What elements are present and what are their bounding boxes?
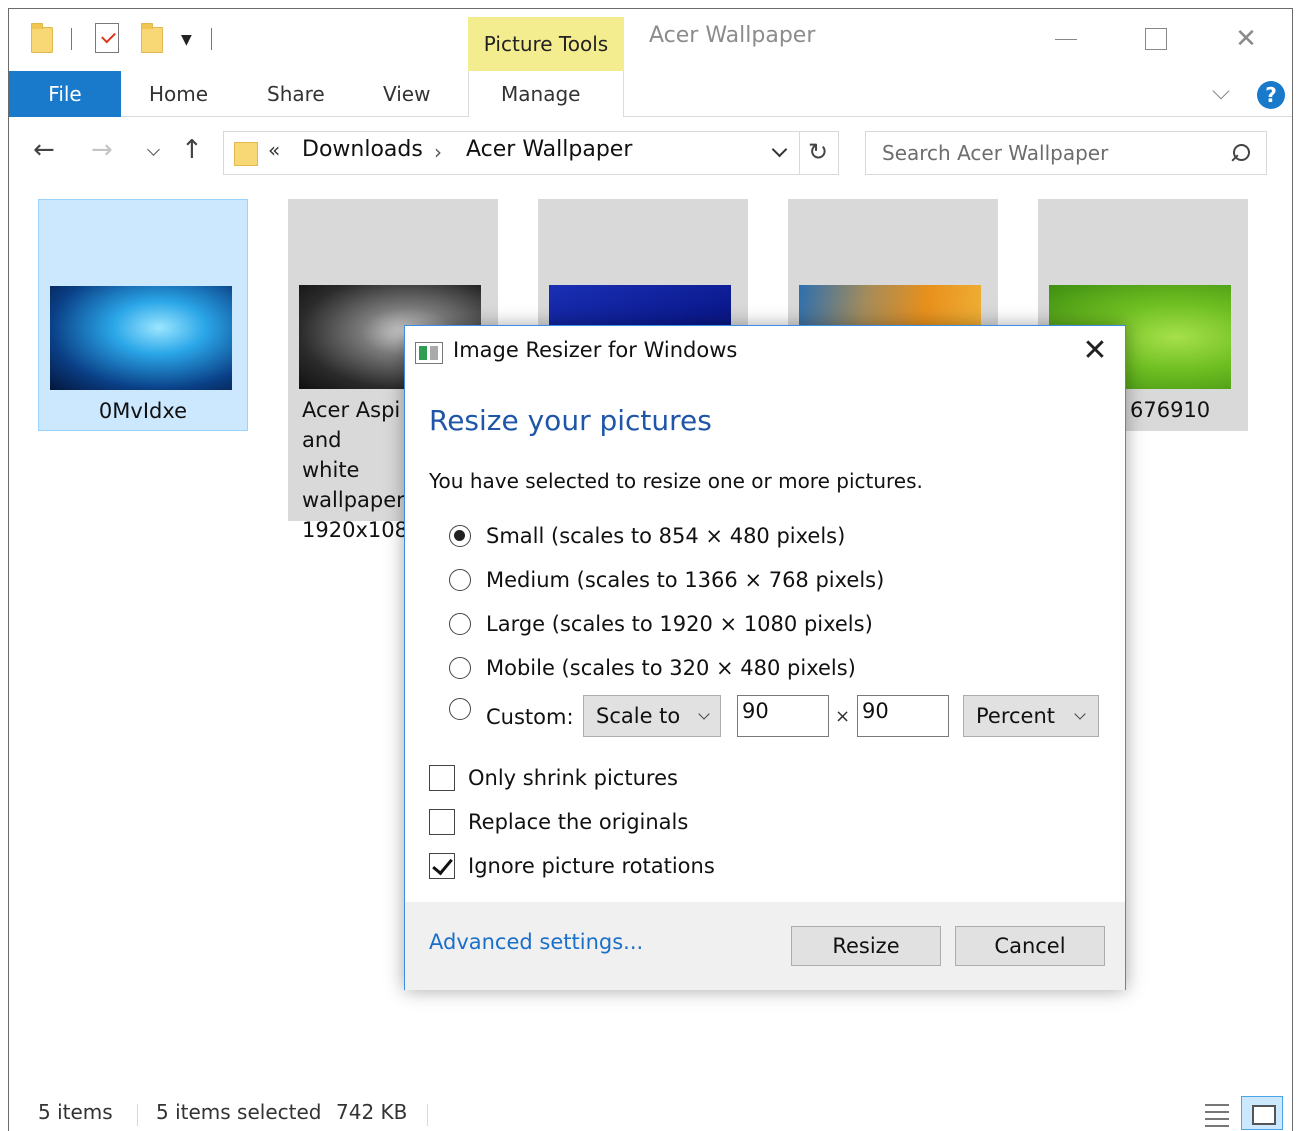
radio-button[interactable]: [449, 698, 471, 720]
status-bar: 5 items 5 items selected 742 KB: [9, 1094, 1292, 1131]
folder-icon: [234, 142, 258, 166]
expand-ribbon-icon[interactable]: [1212, 82, 1230, 100]
refresh-icon[interactable]: ↻: [808, 138, 828, 166]
radio-label: Medium (scales to 1366 × 768 pixels): [486, 568, 885, 592]
advanced-settings-link[interactable]: Advanced settings...: [429, 930, 643, 954]
custom-unit-select[interactable]: Percent: [963, 695, 1099, 737]
customize-quick-access-icon[interactable]: ▼: [181, 33, 192, 47]
search-icon[interactable]: [1228, 142, 1252, 166]
navigation-bar: ← → ↑ « Downloads › Acer Wallpaper ↻: [9, 117, 1292, 183]
file-item[interactable]: 0MvIdxe: [38, 199, 248, 431]
window-title: Acer Wallpaper: [649, 23, 816, 48]
file-name: Acer Aspi and white wallpaper 1920x1080: [302, 398, 404, 542]
checkbox[interactable]: [429, 853, 455, 879]
quick-access-separator: [71, 28, 72, 50]
selection-size: 742 KB: [336, 1100, 408, 1124]
radio-label: Mobile (scales to 320 × 480 pixels): [486, 656, 856, 680]
custom-height-input[interactable]: [857, 695, 949, 737]
custom-width-input[interactable]: [737, 695, 829, 737]
tab-manage[interactable]: Manage: [501, 71, 580, 117]
radio-label: Custom:: [486, 705, 574, 729]
radio-button[interactable]: [449, 613, 471, 635]
picture-tools-context-label: Picture Tools: [468, 17, 624, 71]
dialog-heading: Resize your pictures: [429, 404, 712, 437]
status-separator: [427, 1104, 428, 1126]
tab-view[interactable]: View: [383, 71, 430, 117]
details-view-icon[interactable]: [1199, 1098, 1233, 1128]
checkbox-label: Ignore picture rotations: [468, 854, 715, 878]
search-box[interactable]: [865, 131, 1267, 175]
quick-access-separator: [211, 28, 212, 50]
chevron-down-icon: [698, 708, 710, 720]
tab-file[interactable]: File: [9, 71, 121, 117]
search-input[interactable]: [882, 138, 1212, 168]
custom-mode-value: Scale to: [596, 704, 681, 728]
tab-share[interactable]: Share: [267, 71, 325, 117]
properties-icon[interactable]: [95, 23, 119, 53]
dialog-footer: Advanced settings... Resize Cancel: [405, 902, 1125, 990]
item-count: 5 items: [38, 1100, 113, 1124]
checkbox[interactable]: [429, 765, 455, 791]
image-resizer-dialog: Image Resizer for Windows ✕ Resize your …: [404, 325, 1126, 990]
folder-icon[interactable]: [31, 23, 53, 53]
checkbox[interactable]: [429, 809, 455, 835]
chevron-down-icon: [1074, 708, 1086, 720]
times-symbol: ×: [835, 706, 851, 727]
dialog-title: Image Resizer for Windows: [453, 338, 738, 362]
breadcrumb-overflow[interactable]: «: [268, 138, 280, 162]
address-dropdown-icon[interactable]: [771, 141, 788, 158]
ribbon-tabs: File Home Share View Manage ?: [9, 71, 1292, 117]
radio-label: Large (scales to 1920 × 1080 pixels): [486, 612, 873, 636]
radio-button[interactable]: [449, 569, 471, 591]
app-icon: [415, 342, 443, 364]
dialog-description: You have selected to resize one or more …: [429, 469, 923, 493]
large-icons-view-icon[interactable]: [1241, 1096, 1283, 1130]
selection-count: 5 items selected: [156, 1100, 322, 1124]
cancel-button[interactable]: Cancel: [955, 926, 1105, 966]
title-bar: ▼ Picture Tools Acer Wallpaper ✕: [9, 9, 1292, 71]
breadcrumb-downloads[interactable]: Downloads: [302, 137, 423, 162]
new-folder-icon[interactable]: [141, 23, 163, 53]
close-button[interactable]: ✕: [1223, 19, 1269, 59]
resize-button[interactable]: Resize: [791, 926, 941, 966]
custom-unit-value: Percent: [976, 704, 1056, 728]
radio-label: Small (scales to 854 × 480 pixels): [486, 524, 846, 548]
dialog-close-button[interactable]: ✕: [1075, 332, 1115, 370]
maximize-button[interactable]: [1133, 19, 1179, 59]
file-name: 676910: [1130, 398, 1211, 422]
address-divider: [799, 132, 800, 174]
checkbox-label: Replace the originals: [468, 810, 689, 834]
radio-button[interactable]: [449, 525, 471, 547]
file-name: 0MvIdxe: [98, 399, 188, 423]
back-button[interactable]: ←: [33, 135, 55, 165]
address-bar[interactable]: « Downloads › Acer Wallpaper ↻: [223, 131, 839, 175]
up-button[interactable]: ↑: [181, 135, 203, 165]
thumbnail: [50, 286, 232, 390]
breadcrumb-separator-icon[interactable]: ›: [434, 140, 442, 164]
recent-locations-icon[interactable]: [147, 143, 160, 156]
custom-mode-select[interactable]: Scale to: [583, 695, 721, 737]
checkbox-label: Only shrink pictures: [468, 766, 678, 790]
radio-button[interactable]: [449, 657, 471, 679]
help-icon[interactable]: ?: [1257, 81, 1285, 109]
forward-button[interactable]: →: [91, 135, 113, 165]
tab-home[interactable]: Home: [149, 71, 208, 117]
minimize-button[interactable]: [1043, 19, 1089, 59]
breadcrumb-acer-wallpaper[interactable]: Acer Wallpaper: [466, 137, 632, 162]
status-separator: [137, 1104, 138, 1126]
